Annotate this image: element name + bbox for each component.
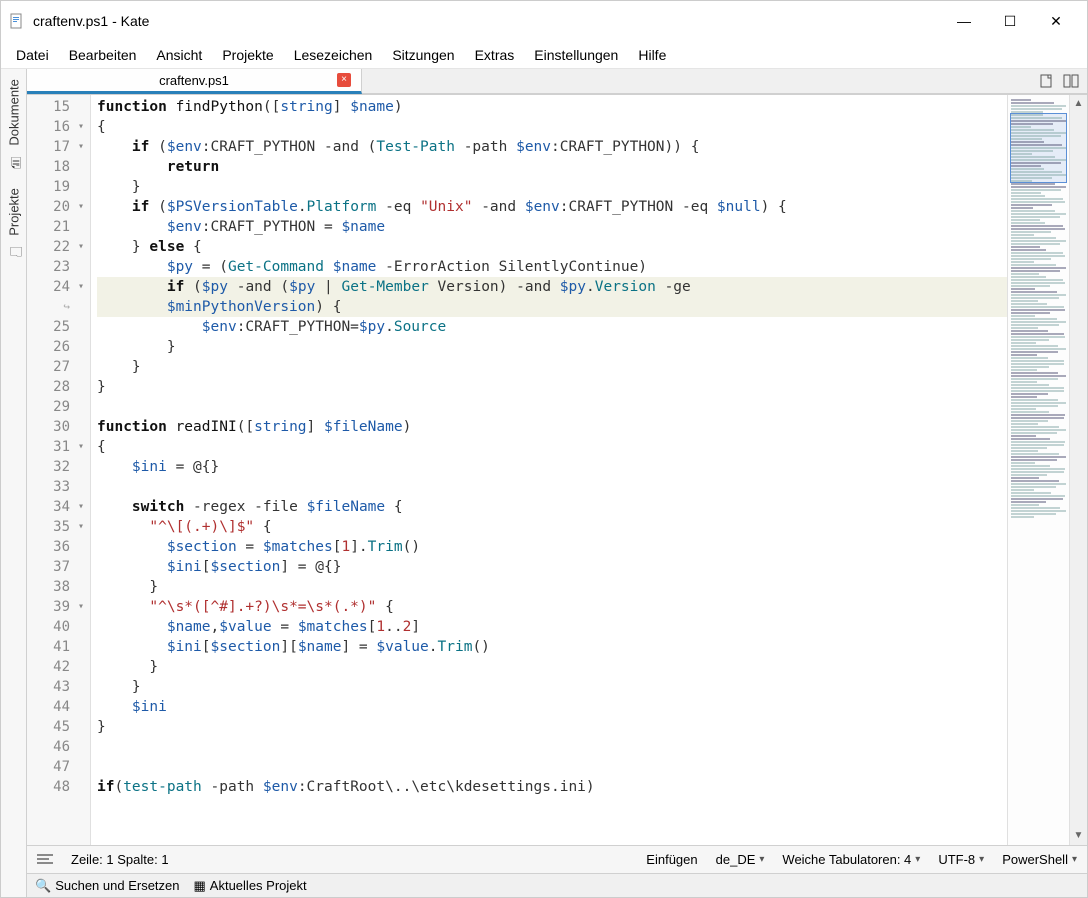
language-selector[interactable]: PowerShell (1002, 852, 1077, 867)
cursor-position[interactable]: Zeile: 1 Spalte: 1 (71, 852, 169, 867)
insert-mode[interactable]: Einfügen (646, 852, 697, 867)
window-title: craftenv.ps1 - Kate (33, 13, 941, 29)
menu-sitzungen[interactable]: Sitzungen (383, 43, 463, 67)
sidebar: 🗎 Dokumente 🗀 Projekte (1, 69, 27, 897)
scroll-up-icon[interactable]: ▲ (1074, 95, 1084, 113)
search-replace-label: Suchen und Ersetzen (55, 878, 179, 893)
bottombar: 🔍 Suchen und Ersetzen ▦ Aktuelles Projek… (27, 873, 1087, 897)
menu-hilfe[interactable]: Hilfe (629, 43, 675, 67)
menubar: DateiBearbeitenAnsichtProjekteLesezeiche… (1, 41, 1087, 69)
window-controls: — ☐ ✕ (941, 5, 1079, 37)
tab-width-selector[interactable]: Weiche Tabulatoren: 4 (782, 852, 920, 867)
project-icon: 🗀 (3, 239, 25, 261)
split-view-icon[interactable] (1063, 73, 1079, 89)
tab-label: craftenv.ps1 (159, 73, 229, 88)
menu-ansicht[interactable]: Ansicht (147, 43, 211, 67)
document-icon: 🗎 (3, 149, 25, 171)
maximize-button[interactable]: ☐ (987, 5, 1033, 37)
vertical-scrollbar[interactable]: ▲ ▼ (1069, 95, 1087, 845)
close-button[interactable]: ✕ (1033, 5, 1079, 37)
sidebar-item-label: Projekte (6, 188, 21, 236)
tab-close-icon[interactable]: × (337, 73, 351, 87)
menu-einstellungen[interactable]: Einstellungen (525, 43, 627, 67)
minimap[interactable] (1007, 95, 1069, 845)
search-replace-tool[interactable]: 🔍 Suchen und Ersetzen (35, 878, 180, 894)
sidebar-item-label: Dokumente (6, 79, 21, 145)
menu-projekte[interactable]: Projekte (213, 43, 282, 67)
line-indicator-icon[interactable] (37, 854, 53, 866)
search-icon: 🔍 (35, 878, 51, 894)
menu-lesezeichen[interactable]: Lesezeichen (285, 43, 382, 67)
sidebar-item-dokumente[interactable]: 🗎 Dokumente (3, 77, 25, 174)
scroll-down-icon[interactable]: ▼ (1074, 827, 1084, 845)
sidebar-item-projekte[interactable]: 🗀 Projekte (3, 186, 25, 264)
current-project-label: Aktuelles Projekt (210, 878, 307, 893)
new-document-icon[interactable] (1039, 73, 1055, 89)
minimize-button[interactable]: — (941, 5, 987, 37)
current-project-tool[interactable]: ▦ Aktuelles Projekt (194, 878, 307, 894)
locale-selector[interactable]: de_DE (716, 852, 765, 867)
tab-craftenv[interactable]: craftenv.ps1 × (27, 69, 362, 94)
menu-extras[interactable]: Extras (466, 43, 524, 67)
code-area[interactable]: function findPython([string] $name){ if … (91, 95, 1007, 845)
line-gutter: 1516▾17▾181920▾2122▾2324▾↪25262728293031… (27, 95, 91, 845)
tabbar: craftenv.ps1 × (27, 69, 1087, 95)
statusbar: Zeile: 1 Spalte: 1 Einfügen de_DE Weiche… (27, 845, 1087, 873)
titlebar: craftenv.ps1 - Kate — ☐ ✕ (1, 1, 1087, 41)
menu-bearbeiten[interactable]: Bearbeiten (60, 43, 146, 67)
encoding-selector[interactable]: UTF-8 (938, 852, 984, 867)
app-icon (9, 13, 25, 29)
menu-datei[interactable]: Datei (7, 43, 58, 67)
project-panel-icon: ▦ (194, 878, 206, 894)
